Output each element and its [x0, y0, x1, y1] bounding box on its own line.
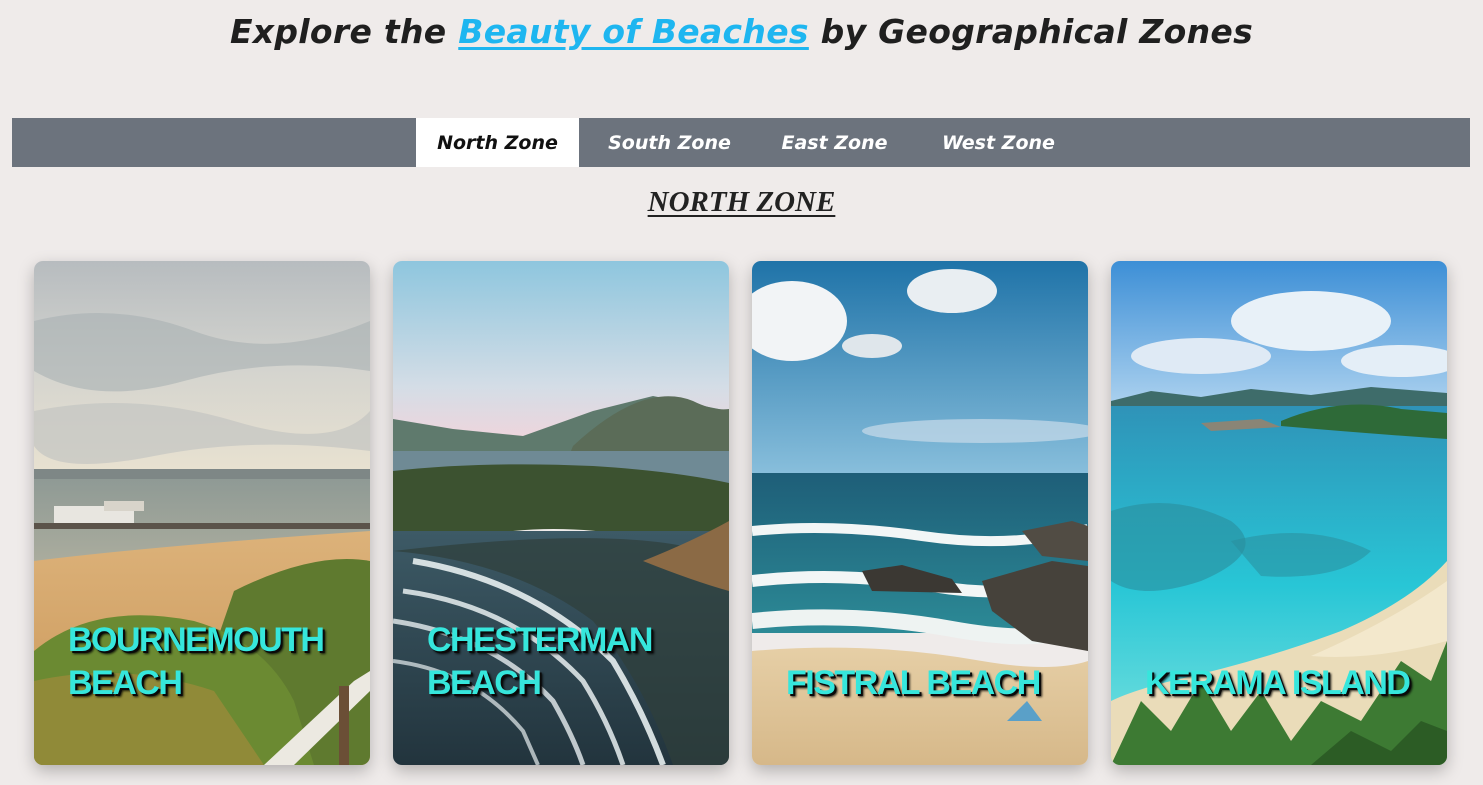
beach-card-fistral[interactable]: Fistral Beach [752, 261, 1088, 765]
heading-suffix: by Geographical Zones [820, 12, 1254, 51]
card-title: Bournemouth Beach [68, 621, 325, 702]
heading-link[interactable]: Beauty of Beaches [458, 12, 809, 51]
heading-prefix: Explore the [229, 12, 447, 51]
tab-north-zone[interactable]: North Zone [416, 118, 579, 167]
tab-south-zone[interactable]: South Zone [592, 118, 747, 167]
page-heading: Explore the Beauty of Beaches by Geograp… [0, 12, 1483, 51]
zone-navbar: North Zone South Zone East Zone West Zon… [12, 118, 1470, 167]
section-title: NORTH ZONE [647, 186, 836, 218]
beach-card-chesterman[interactable]: Chesterman Beach [393, 261, 729, 765]
tab-west-zone[interactable]: West Zone [922, 118, 1075, 167]
card-title: Kerama Island [1145, 664, 1411, 702]
card-title: Fistral Beach [786, 664, 1041, 702]
card-title: Chesterman Beach [427, 621, 653, 702]
beach-card-bournemouth[interactable]: Bournemouth Beach [34, 261, 370, 765]
beach-card-kerama[interactable]: Kerama Island [1111, 261, 1447, 765]
tab-east-zone[interactable]: East Zone [762, 118, 907, 167]
